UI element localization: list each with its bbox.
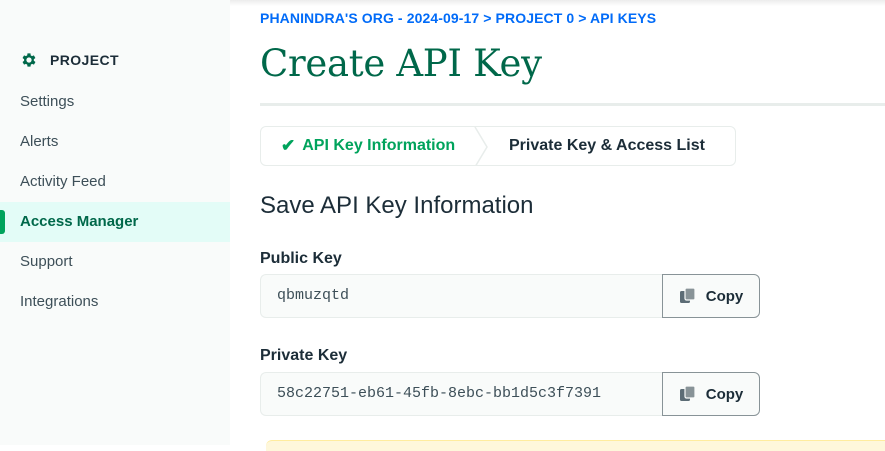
sidebar-item-settings[interactable]: Settings bbox=[0, 82, 230, 122]
sidebar: PROJECT Settings Alerts Activity Feed Ac… bbox=[0, 0, 230, 445]
private-key-label: Private Key bbox=[260, 347, 348, 364]
copy-private-key-button[interactable]: Copy bbox=[662, 372, 760, 416]
private-key-input[interactable] bbox=[260, 372, 662, 416]
warning-banner bbox=[266, 440, 885, 451]
checkmark-icon: ✔ bbox=[281, 136, 296, 155]
step-private-key-access-list[interactable]: Private Key & Access List bbox=[487, 127, 705, 165]
sidebar-item-activity-feed[interactable]: Activity Feed bbox=[0, 162, 230, 202]
copy-icon bbox=[679, 385, 696, 401]
top-bar-shadow bbox=[230, 0, 885, 6]
copy-public-key-button[interactable]: Copy bbox=[662, 274, 760, 318]
step-separator-chevron bbox=[474, 127, 488, 165]
sidebar-item-integrations[interactable]: Integrations bbox=[0, 282, 230, 322]
public-key-field: Copy bbox=[260, 274, 760, 318]
sidebar-item-support[interactable]: Support bbox=[0, 242, 230, 282]
sidebar-header-label: PROJECT bbox=[50, 52, 119, 68]
public-key-input[interactable] bbox=[260, 274, 662, 318]
step-api-key-information[interactable]: ✔ API Key Information bbox=[261, 127, 488, 165]
sidebar-item-alerts[interactable]: Alerts bbox=[0, 122, 230, 162]
title-divider bbox=[260, 103, 885, 106]
wizard-stepper: ✔ API Key Information Private Key & Acce… bbox=[260, 126, 736, 166]
step-label: API Key Information bbox=[302, 137, 456, 154]
copy-label: Copy bbox=[705, 287, 744, 305]
copy-label: Copy bbox=[705, 385, 744, 403]
gear-icon bbox=[22, 53, 36, 67]
step-label: Private Key & Access List bbox=[509, 137, 705, 154]
sidebar-item-access-manager[interactable]: Access Manager bbox=[0, 202, 230, 242]
sidebar-header: PROJECT bbox=[20, 51, 119, 69]
public-key-label: Public Key bbox=[260, 250, 342, 267]
breadcrumb[interactable]: PHANINDRA'S ORG - 2024-09-17 > PROJECT 0… bbox=[260, 10, 656, 26]
copy-icon bbox=[679, 287, 696, 303]
private-key-field: Copy bbox=[260, 372, 760, 416]
page-title: Create API Key bbox=[260, 42, 542, 85]
section-title: Save API Key Information bbox=[260, 192, 534, 219]
